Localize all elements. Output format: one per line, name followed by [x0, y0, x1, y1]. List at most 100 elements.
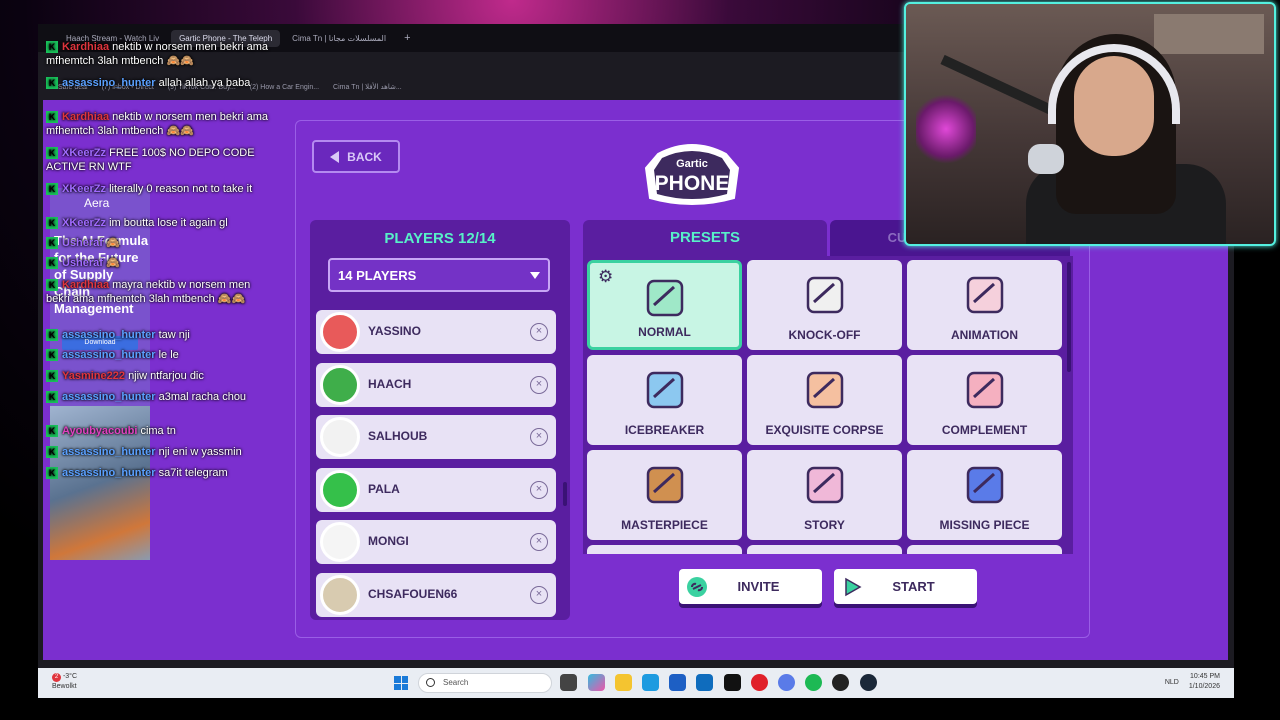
chat-username[interactable]: assassino_hunter	[62, 329, 156, 341]
preset-normal[interactable]: NORMAL ⚙	[587, 260, 742, 350]
preset-partial[interactable]	[587, 545, 742, 554]
kick-badge-icon: K	[46, 349, 58, 362]
chat-username[interactable]: Kardhiaa	[62, 41, 109, 53]
presets-scrollbar[interactable]	[1067, 262, 1071, 372]
chat-message: K Yasmine222 njiw ntfarjou dic	[46, 369, 274, 383]
spotify-icon[interactable]	[805, 674, 822, 691]
logo-top-text: Gartic	[676, 158, 708, 170]
kick-badge-icon: K	[46, 41, 58, 54]
preset-masterpiece[interactable]: MASTERPIECE	[587, 450, 742, 540]
player-list-scrollbar[interactable]	[563, 482, 567, 506]
kick-player-icon[interactable]: ×	[530, 323, 548, 341]
tab-presets[interactable]: PRESETS	[583, 220, 827, 256]
kick-player-icon[interactable]: ×	[530, 481, 548, 499]
preset-complement[interactable]: COMPLEMENT	[907, 355, 1062, 445]
steam-icon[interactable]	[860, 674, 877, 691]
opera-icon[interactable]	[751, 674, 768, 691]
chat-username[interactable]: assassino_hunter	[62, 467, 156, 479]
chat-username[interactable]: assassino_hunter	[62, 349, 156, 361]
player-list[interactable]: YASSINO × HAACH × SALHOUB × PALA × MONGI × CHSAFOU…	[316, 306, 562, 618]
new-tab-icon[interactable]: +	[398, 32, 416, 44]
kick-badge-icon: K	[46, 446, 58, 459]
kick-player-icon[interactable]: ×	[530, 376, 548, 394]
preset-knock-off[interactable]: KNOCK-OFF	[747, 260, 902, 350]
preset-partial[interactable]	[907, 545, 1062, 554]
chat-username[interactable]: Usheraf	[62, 257, 103, 269]
preset-label: EXQUISITE CORPSE	[765, 423, 884, 437]
task-view-icon[interactable]	[560, 674, 577, 691]
player-row: PALA ×	[316, 468, 556, 512]
start-label: START	[892, 579, 935, 594]
copilot-icon[interactable]	[588, 674, 605, 691]
taskbar-search[interactable]: Search	[418, 673, 552, 693]
kick-badge-icon: K	[46, 217, 58, 230]
presets-grid: NORMAL ⚙ KNOCK-OFF ANIMATION ICEBREAKER EXQUI…	[583, 256, 1073, 554]
webcam-overlay	[904, 2, 1276, 246]
chat-username[interactable]: Yasmine222	[62, 370, 125, 382]
back-button[interactable]: BACK	[312, 140, 400, 173]
chat-username[interactable]: Kardhiaa	[62, 111, 109, 123]
preset-partial[interactable]	[747, 545, 902, 554]
chat-text: nji eni w yassmin	[158, 446, 242, 458]
edge-icon[interactable]	[642, 674, 659, 691]
bookmark-item[interactable]: Cima Tn | شاهد الأفلا...	[333, 83, 402, 91]
chat-username[interactable]: XKeerZz	[62, 183, 106, 195]
kick-badge-icon: K	[46, 425, 58, 438]
kick-app-icon[interactable]	[724, 674, 741, 691]
obs-icon[interactable]	[832, 674, 849, 691]
browser-tab[interactable]: Cima Tn | المسلسلات مجانا	[284, 30, 394, 47]
player-name: PALA	[368, 482, 400, 496]
player-row: CHSAFOUEN66 ×	[316, 573, 556, 617]
weather-widget[interactable]: 2 -3°C Bewolkt	[52, 672, 77, 692]
cam-rgb-light	[916, 94, 976, 164]
preset-missing-piece[interactable]: MISSING PIECE	[907, 450, 1062, 540]
chat-username[interactable]: assassino_hunter	[62, 446, 156, 458]
chat-text: allah allah ya baba	[158, 77, 251, 89]
chat-message: Kassassino_hunter sa7it telegram	[46, 466, 274, 480]
chat-username[interactable]: XKeerZz	[62, 217, 106, 229]
store-icon[interactable]	[669, 674, 686, 691]
chat-username[interactable]: assassino_hunter	[62, 391, 156, 403]
file-explorer-icon[interactable]	[615, 674, 632, 691]
preset-animation[interactable]: ANIMATION	[907, 260, 1062, 350]
chat-username[interactable]: XKeerZz	[62, 147, 106, 159]
chat-username[interactable]: Usheraf	[62, 237, 103, 249]
invite-button[interactable]: INVITE	[679, 569, 822, 604]
players-count-select[interactable]: 14 PLAYERS	[328, 258, 550, 292]
player-avatar	[320, 312, 360, 352]
clock-time: 10:45 PM	[1190, 673, 1220, 680]
player-row: SALHOUB ×	[316, 415, 556, 459]
chat-message: K Kardhiaa mayra nektib w norsem men bekr…	[46, 278, 274, 306]
notification-badge: 2	[52, 673, 61, 682]
player-row: MONGI ×	[316, 520, 556, 564]
preset-icebreaker[interactable]: ICEBREAKER	[587, 355, 742, 445]
windows-start-icon[interactable]	[394, 676, 408, 690]
discord-icon[interactable]	[778, 674, 795, 691]
chat-username[interactable]: Ayoubyacoubi	[62, 425, 137, 437]
temperature: -3°C	[62, 673, 78, 680]
gear-icon[interactable]: ⚙	[598, 267, 613, 287]
chevron-down-icon	[530, 272, 540, 279]
kick-player-icon[interactable]: ×	[530, 586, 548, 604]
back-arrow-icon	[330, 150, 340, 163]
language-indicator[interactable]: NLD	[1165, 679, 1179, 686]
chat-text: im boutta lose it again gl	[109, 217, 228, 229]
outlook-icon[interactable]	[696, 674, 713, 691]
kick-player-icon[interactable]: ×	[530, 533, 548, 551]
masterpiece-icon	[640, 462, 690, 508]
gartic-phone-logo: Gartic PHONE	[644, 144, 740, 205]
kick-badge-icon: K	[46, 370, 58, 383]
chat-username[interactable]: assassino_hunter	[62, 77, 156, 89]
kick-player-icon[interactable]: ×	[530, 428, 548, 446]
clock[interactable]: 10:45 PM 1/10/2026	[1189, 672, 1220, 692]
clock-date: 1/10/2026	[1188, 683, 1220, 690]
player-name: HAACH	[368, 377, 412, 391]
cards-icon	[800, 272, 850, 318]
logo-bottom-text: PHONE	[655, 172, 730, 195]
chat-username[interactable]: Kardhiaa	[62, 279, 109, 291]
preset-story[interactable]: STORY	[747, 450, 902, 540]
player-name: YASSINO	[368, 324, 421, 338]
preset-exquisite-corpse[interactable]: EXQUISITE CORPSE	[747, 355, 902, 445]
chat-message: K XKeerZz im boutta lose it again gl	[46, 216, 274, 230]
start-button[interactable]: START	[834, 569, 977, 604]
